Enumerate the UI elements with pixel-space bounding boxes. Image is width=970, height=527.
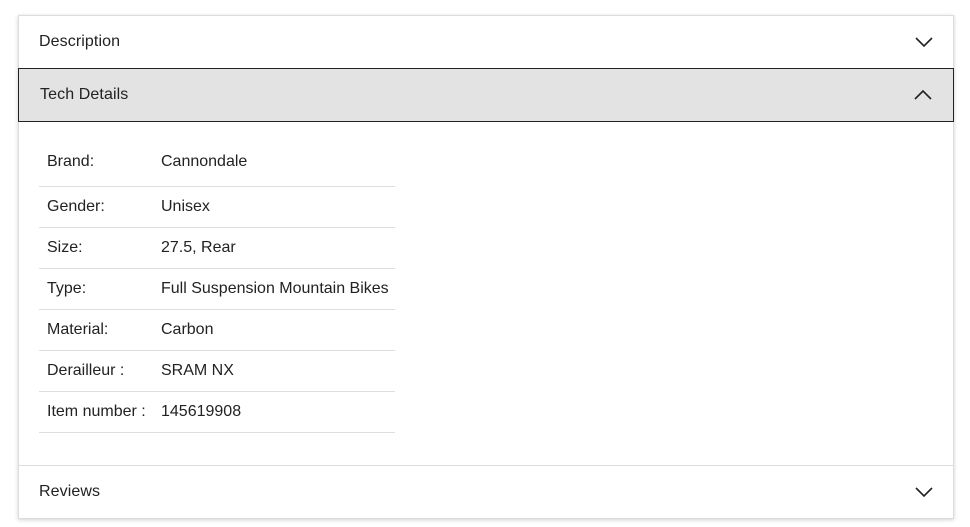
table-row: Material: Carbon [39,309,395,351]
description-title: Description [39,33,121,50]
spec-label: Material: [39,309,161,351]
table-row: Gender: Unisex [39,186,395,228]
spec-value: 145619908 [161,391,395,433]
spec-value: Unisex [161,186,395,228]
spec-label: Item number : [39,391,161,433]
spec-value: SRAM NX [161,350,395,392]
tech-details-panel: Brand: Cannondale Gender: Unisex Size: 2… [19,122,953,465]
chevron-up-icon[interactable] [914,90,932,100]
spec-value: Carbon [161,309,395,351]
spec-value: Full Suspension Mountain Bikes [161,268,395,310]
spec-value: Cannondale [161,144,395,187]
tech-details-title: Tech Details [40,86,129,103]
spec-label: Gender: [39,186,161,228]
table-row: Item number : 145619908 [39,391,395,433]
table-row: Derailleur : SRAM NX [39,350,395,392]
table-row: Type: Full Suspension Mountain Bikes [39,268,395,310]
spec-label: Brand: [39,144,161,187]
reviews-header[interactable]: Reviews [19,466,953,518]
chevron-down-icon[interactable] [915,487,933,497]
table-row: Size: 27.5, Rear [39,227,395,269]
spec-label: Derailleur : [39,350,161,392]
description-header[interactable]: Description [19,16,953,68]
tech-details-header[interactable]: Tech Details [18,68,954,122]
product-accordion: Description Tech Details Brand: Cannonda… [18,15,954,519]
spec-value: 27.5, Rear [161,227,395,269]
reviews-title: Reviews [39,483,101,500]
spec-label: Type: [39,268,161,310]
spec-label: Size: [39,227,161,269]
table-row: Brand: Cannondale [39,144,395,187]
tech-details-table: Brand: Cannondale Gender: Unisex Size: 2… [39,144,395,433]
chevron-down-icon[interactable] [915,37,933,47]
